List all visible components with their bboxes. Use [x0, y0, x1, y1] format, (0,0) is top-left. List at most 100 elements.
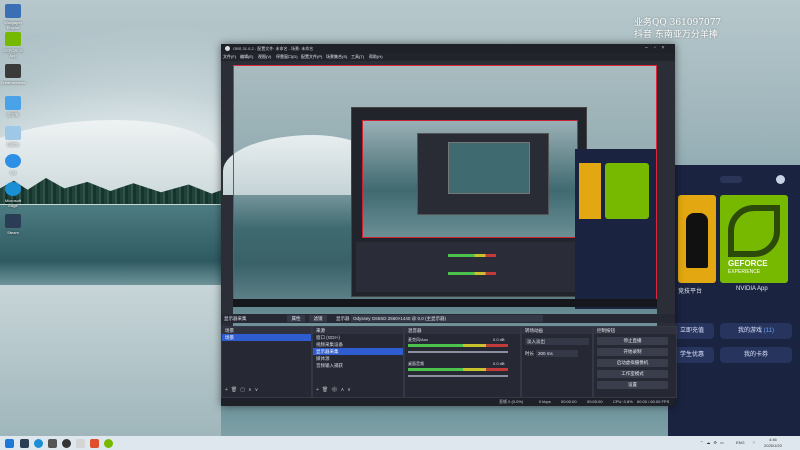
controls-dock: 控制按钮 停止直播 开始录制 启动虚拟摄像机 工作室模式 设置 — [593, 326, 677, 398]
source-toolbar: 显示器采集 属性 滤镜 显示器 Odyssey G65SD 2560×1440 … — [221, 314, 675, 323]
menu-docks[interactable]: 停靠窗口(D) — [276, 53, 298, 61]
scene-toolbar[interactable]: +🗑▢∧∨ — [225, 387, 261, 393]
avatar[interactable] — [776, 175, 785, 184]
source-item[interactable]: 窗口 (GDI+) — [313, 334, 403, 341]
source-item[interactable]: 媒体源 — [313, 355, 403, 362]
settings-icon[interactable] — [48, 438, 57, 448]
cpu-usage: CPU: 0.8% — [613, 399, 633, 404]
mixer-dock: 混音器 麦克风/Aux 0.0 dB 桌面音频 0.0 dB — [404, 326, 521, 398]
mixer-channel-1-db: 0.0 dB — [493, 337, 505, 342]
mixer-channel-2-db: 0.0 dB — [493, 361, 505, 366]
monitor-icon — [5, 96, 21, 110]
properties-button[interactable]: 属性 — [287, 315, 305, 322]
menu-scene-collection[interactable]: 场景集合(S) — [326, 53, 347, 61]
obs-window: OBS 31.0.2 - 配置文件: 未命名 - 场景: 未命名 –▫× 文件(… — [221, 44, 677, 406]
card-esports-label: 竞技平台 — [678, 289, 703, 295]
mixer-channel-2-slider[interactable] — [408, 375, 508, 377]
language-indicator[interactable]: ENG — [736, 436, 745, 450]
selected-source-name: 显示器采集 — [224, 316, 247, 321]
preview-taskbar — [233, 299, 657, 307]
display-select[interactable]: Odyssey G65SD 2560×1440 @ 0,0 (主显示器) — [351, 315, 543, 322]
edge-icon[interactable] — [34, 438, 43, 448]
steam-icon[interactable] — [20, 438, 29, 448]
bitrate: 0 kbps — [539, 399, 551, 404]
stream-time: 00:00:00 — [561, 399, 577, 404]
desktop-icon-edge[interactable]: Microsoft Edge — [0, 182, 26, 208]
mixer-channel-2-label: 桌面音频 — [408, 361, 424, 366]
menu-edit[interactable]: 编辑(E) — [240, 53, 253, 61]
filters-button[interactable]: 滤镜 — [309, 315, 327, 322]
geforce-icon — [5, 32, 21, 46]
nvidia-icon[interactable] — [104, 438, 113, 448]
settings-button[interactable]: 设置 — [597, 381, 668, 389]
sources-title: 来源 — [313, 327, 403, 334]
desktop-icon-dreamweaver[interactable]: Dreamweaver — [0, 64, 26, 85]
desktop-icon-wallpaper[interactable]: Wallpaper Engine — [0, 4, 26, 30]
geforce-title: GEFORCE — [728, 259, 768, 268]
obs-logo-icon — [225, 46, 230, 51]
source-item[interactable]: 显示器采集 — [313, 348, 403, 355]
display-label: 显示器 — [336, 316, 350, 321]
stop-streaming-button[interactable]: 停止直播 — [597, 337, 668, 345]
search-box[interactable] — [720, 176, 742, 183]
start-icon[interactable] — [5, 438, 14, 448]
menu-tools[interactable]: 工具(T) — [351, 53, 364, 61]
source-item[interactable]: 音频输入捕获 — [313, 362, 403, 369]
window-title: OBS 31.0.2 - 配置文件: 未命名 - 场景: 未命名 — [233, 46, 314, 51]
clock[interactable]: 4:46 2025/1/20 — [764, 437, 782, 449]
scenes-title: 场景 — [222, 327, 311, 334]
source-bounding-box[interactable] — [233, 65, 657, 301]
preview-canvas[interactable] — [223, 65, 657, 348]
desktop-icon-recycle[interactable]: 回收站 — [0, 126, 26, 147]
clock-date: 2025/1/20 — [764, 443, 782, 448]
menu-file[interactable]: 文件(F) — [223, 53, 236, 61]
card-esports[interactable] — [678, 195, 716, 283]
steam-icon — [5, 214, 21, 228]
scenes-dock: 场景 场景 +🗑▢∧∨ — [221, 326, 312, 398]
fps: 60.00 / 60.00 FPS — [637, 399, 670, 404]
network-icon[interactable]: ⌔ — [752, 436, 756, 450]
obs-titlebar: OBS 31.0.2 - 配置文件: 未命名 - 场景: 未命名 –▫× — [221, 44, 675, 53]
my-games-button[interactable]: 我的游戏 (11) — [720, 323, 792, 339]
sources-toolbar[interactable]: +🗑⚙∧∨ — [316, 387, 354, 393]
desktop-icon-this-pc[interactable]: 此电脑 — [0, 96, 26, 117]
desktop-icon-geforce[interactable]: GEFORCE App — [0, 32, 26, 58]
desktop-icon-qq[interactable]: QQ — [0, 154, 26, 175]
tray-icons[interactable]: ⌃☁⚙▭ — [700, 436, 727, 450]
sources-dock: 来源 窗口 (GDI+) 视频采集设备 显示器采集 媒体源 音频输入捕获 +🗑⚙… — [312, 326, 404, 398]
app-icon[interactable] — [76, 438, 85, 448]
geforce-subtitle: EXPERIENCE — [728, 269, 761, 275]
start-recording-button[interactable]: 开始录制 — [597, 348, 668, 356]
window-controls[interactable]: –▫× — [645, 44, 670, 53]
transitions-dock: 转场动画 淡入淡出 时长 300 ms — [521, 326, 593, 398]
obs-icon[interactable] — [62, 438, 71, 448]
taskbar: ⌃☁⚙▭ ENG ⌔ 4:46 2025/1/20 — [0, 436, 800, 450]
card-nvidia-app[interactable]: GEFORCE EXPERIENCE — [720, 195, 788, 283]
menu-help[interactable]: 帮助(H) — [369, 53, 383, 61]
menu-view[interactable]: 视图(V) — [258, 53, 271, 61]
mixer-channel-2-meter — [408, 368, 508, 371]
edge-icon — [5, 182, 21, 196]
my-coupons-button[interactable]: 我的卡券 — [720, 347, 792, 363]
transition-select[interactable]: 淡入淡出 — [525, 338, 589, 345]
recycle-bin-icon — [5, 126, 21, 140]
mixer-channel-1-label: 麦克风/Aux — [408, 337, 429, 342]
player-figure-icon — [686, 213, 708, 268]
duration-input[interactable]: 300 ms — [536, 350, 578, 357]
obs-menubar: 文件(F) 编辑(E) 视图(V) 停靠窗口(D) 配置文件(P) 场景集合(S… — [221, 53, 675, 61]
desktop-icon-steam[interactable]: Steam — [0, 214, 26, 235]
nvidia-app-window: 竞技平台 GEFORCE EXPERIENCE NVIDIA App 立即充值 … — [668, 165, 800, 447]
lake — [0, 205, 221, 285]
source-item[interactable]: 视频采集设备 — [313, 341, 403, 348]
app-icon[interactable] — [90, 438, 99, 448]
menu-profile[interactable]: 配置文件(P) — [301, 53, 322, 61]
dropped-frames: 丢帧 0 (0.0%) — [499, 399, 524, 404]
watermark-line-1: 业务QQ 361097077 — [634, 18, 722, 28]
scene-item[interactable]: 场景 — [222, 334, 311, 341]
app-icon — [5, 64, 21, 78]
studio-mode-button[interactable]: 工作室模式 — [597, 370, 668, 378]
record-time: 00:00:00 — [587, 399, 603, 404]
mixer-channel-1-slider[interactable] — [408, 351, 508, 353]
virtual-camera-button[interactable]: 启动虚拟摄像机 — [597, 359, 668, 367]
status-bar: 丢帧 0 (0.0%) 0 kbps 00:00:00 00:00:00 CPU… — [221, 398, 675, 406]
